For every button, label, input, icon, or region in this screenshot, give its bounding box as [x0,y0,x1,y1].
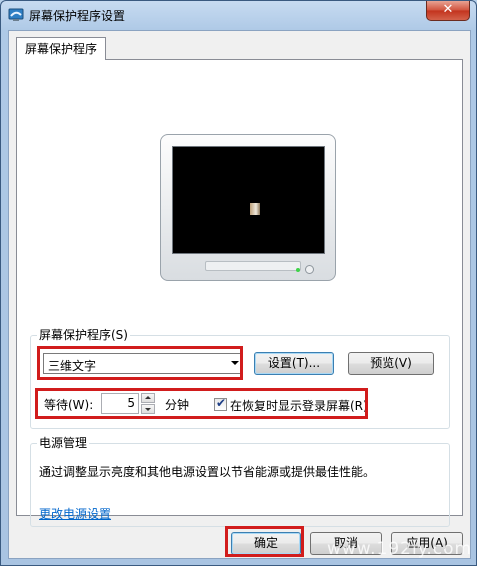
close-button[interactable]: ✕ [426,1,470,21]
arrow-up-icon [145,396,151,399]
tab-panel: 屏幕保护程序(S) 三维文字 设置(T)... 预览(V) 等待(W): 5 分… [16,59,463,527]
power-group: 电源管理 通过调整显示亮度和其他电源设置以节省能源或提供最佳性能。 更改电源设置 [30,436,450,527]
cancel-button[interactable]: 取消 [310,532,382,555]
resume-login-checkbox[interactable]: ✔ [214,396,227,411]
wait-minutes-input[interactable]: 5 [101,393,139,414]
monitor-preview [160,134,336,281]
screensaver-group-label: 屏幕保护程序(S) [37,328,130,343]
screensaver-select[interactable]: 三维文字 [43,353,243,374]
title-bar[interactable]: 屏幕保护程序设置 ✕ [1,1,476,29]
wait-unit-label: 分钟 [165,398,190,412]
wait-spinner[interactable] [141,393,155,414]
spin-down-button[interactable] [141,404,155,414]
tab-screensaver[interactable]: 屏幕保护程序 [16,37,107,60]
window-title: 屏幕保护程序设置 [29,9,126,23]
screensaver-app-icon [8,8,24,21]
screensaver-group: 屏幕保护程序(S) 三维文字 设置(T)... 预览(V) 等待(W): 5 分… [30,328,450,429]
power-led-icon [296,268,300,272]
settings-button[interactable]: 设置(T)... [254,352,334,375]
close-icon: ✕ [442,2,454,17]
apply-button[interactable]: 应用(A) [391,532,463,555]
preview-button[interactable]: 预览(V) [348,352,434,375]
checkmark-icon: ✔ [216,396,227,410]
monitor-base [205,261,301,271]
spin-up-button[interactable] [141,393,155,403]
dialog-client-area: 屏幕保护程序 屏幕保护程序(S) 三维文字 设置(T)... 预览(V) 等待(… [8,30,471,559]
power-description: 通过调整显示亮度和其他电源设置以节省能源或提供最佳性能。 [39,465,376,479]
arrow-down-icon [145,408,151,411]
preview-screen [172,146,325,254]
chevron-down-icon [231,361,239,365]
change-power-settings-link[interactable]: 更改电源设置 [39,505,111,522]
resume-login-label[interactable]: 在恢复时显示登录屏幕(R) [230,397,368,414]
screensaver-selected: 三维文字 [48,359,97,373]
monitor-power-icon [305,265,314,274]
ok-button[interactable]: 确定 [231,532,301,555]
wait-label: 等待(W): [44,398,94,412]
power-group-label: 电源管理 [37,436,90,451]
3d-text-preview-object [250,203,260,215]
dialog-window: 屏幕保护程序设置 ✕ 屏幕保护程序 屏幕保护程序(S) 三维文字 设置(T)..… [0,0,477,566]
